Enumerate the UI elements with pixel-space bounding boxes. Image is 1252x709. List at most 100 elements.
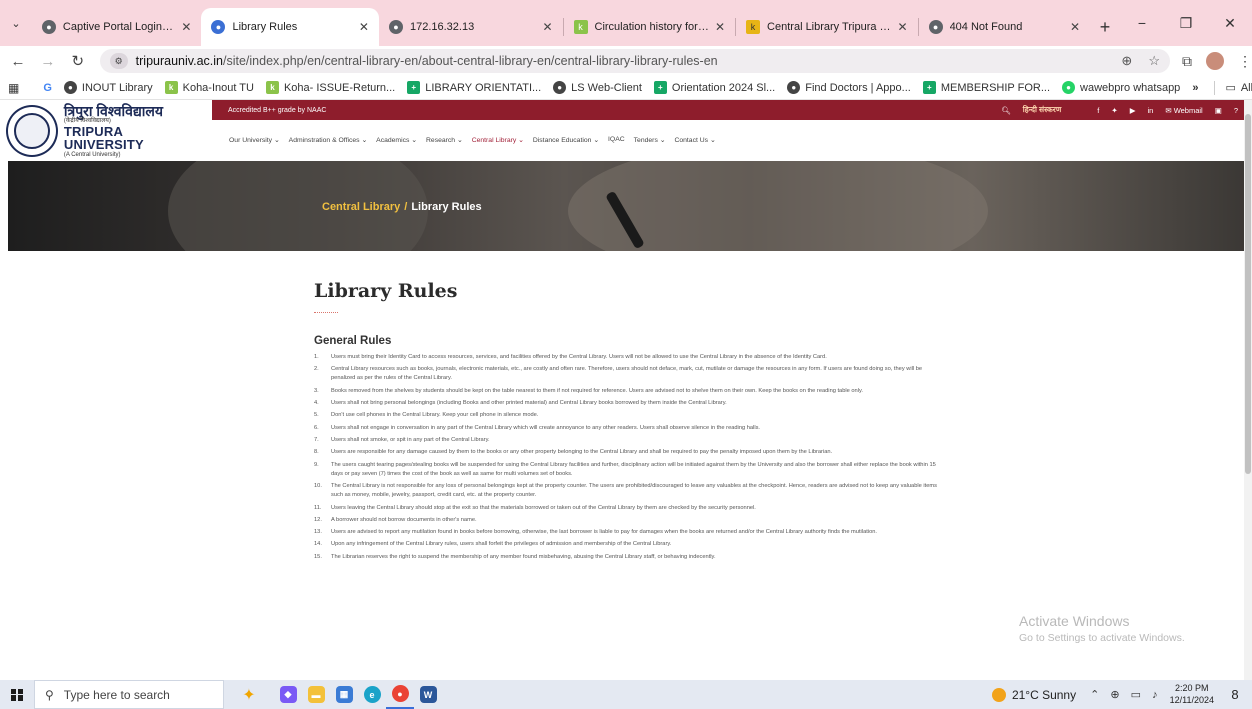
notification-icon[interactable]: 8 [1224, 687, 1246, 702]
list-item: 7. Users shall not smoke, or spit in any … [314, 437, 490, 443]
nav-our-university[interactable]: Our University ⌄ [229, 136, 280, 144]
plus-icon: + [922, 81, 936, 94]
word-icon[interactable]: W [414, 680, 442, 709]
hero-banner: Central Library / Library Rules [8, 161, 1244, 251]
list-item: 3. Books removed from the shelves by stud… [314, 387, 863, 394]
chrome-icon[interactable]: ● [386, 680, 414, 709]
whatsapp-icon: ● [1062, 81, 1076, 94]
close-icon[interactable]: ✕ [1070, 20, 1080, 34]
address-bar[interactable]: ⚙ tripurauniv.ac.in/site/index.php/en/ce… [99, 49, 1170, 73]
tab-central-library[interactable]: k Central Library Tripura Unive ✕ [736, 8, 918, 46]
apps-grid-icon[interactable]: ▦ [8, 81, 19, 95]
windows-start-icon[interactable] [0, 680, 34, 709]
taskbar-search-input[interactable]: ⚲ Type here to search [34, 680, 224, 709]
youtube-icon[interactable]: ▶ [1130, 106, 1136, 115]
url-path: /site/index.php/en/central-library-en/ab… [222, 54, 718, 68]
site-info-icon[interactable]: ⚙ [109, 53, 128, 69]
close-icon[interactable]: ✕ [898, 20, 908, 34]
close-icon[interactable]: ✕ [359, 20, 369, 34]
nav-iqac[interactable]: IQAC [608, 136, 625, 144]
bookmark-find-doctors[interactable]: ● Find Doctors | Appo... [787, 81, 911, 94]
weather-text[interactable]: 21°C Sunny [1012, 688, 1076, 702]
bookmark-label: Koha- ISSUE-Return... [283, 81, 396, 94]
clock[interactable]: 2:20 PM 12/11/2024 [1170, 683, 1214, 706]
nav-tenders[interactable]: Tenders ⌄ [634, 136, 666, 144]
facebook-icon[interactable]: f [1097, 106, 1099, 115]
edge-icon[interactable]: e [358, 680, 386, 709]
tab-circulation-history[interactable]: k Circulation history for Dr Sw ✕ [564, 8, 736, 46]
university-logo[interactable]: त्रिपुरा विश्वविद्यालय (केंद्रीय विश्ववि… [6, 104, 206, 158]
bookmark-star-icon[interactable]: ☆ [1148, 53, 1160, 69]
list-item: 4. Users shall not bring personal belongi… [314, 400, 727, 407]
nav-contact-us[interactable]: Contact Us ⌄ [674, 136, 715, 144]
close-icon[interactable]: ✕ [181, 20, 191, 34]
search-highlight-icon[interactable]: ✦ [224, 685, 274, 705]
app-copilot-icon[interactable]: ◆ [274, 680, 302, 709]
plus-icon: + [407, 81, 421, 94]
nav-distance-education[interactable]: Distance Education ⌄ [533, 136, 599, 144]
tray-icons[interactable]: ⌃ ⊕ ▭ ♪ [1090, 688, 1162, 701]
bookmark-orientation-2024[interactable]: + Orientation 2024 Sl... [653, 81, 776, 94]
tab-title: 404 Not Found [949, 21, 1023, 33]
zoom-icon[interactable]: ⊕ [1121, 53, 1132, 69]
bookmark-koha-issue[interactable]: k Koha- ISSUE-Return... [265, 81, 396, 94]
tab-title: Captive Portal Login Page [62, 21, 175, 33]
google-icon[interactable]: G [43, 82, 52, 94]
tab-library-rules[interactable]: ● Library Rules ✕ [201, 8, 379, 46]
back-arrow-icon[interactable]: ← [6, 53, 30, 70]
menu-dots-icon[interactable]: ⋮ [1238, 53, 1252, 70]
tab-captive-portal[interactable]: ● Captive Portal Login Page ✕ [32, 8, 202, 46]
bookmark-ls-web-client[interactable]: ● LS Web-Client [553, 81, 642, 94]
new-tab-button[interactable]: + [1090, 8, 1120, 46]
bookmark-wawebpro[interactable]: ● wawebpro whatsapp [1062, 81, 1180, 94]
folder-icon: ▭ [1225, 82, 1236, 94]
list-item: 14. Upon any infringement of the Central … [314, 541, 672, 548]
more-bookmarks-button[interactable]: » [1192, 82, 1198, 94]
bookmark-label: Koha-Inout TU [182, 81, 254, 94]
bookmark-library-orientation[interactable]: + LIBRARY ORIENTATI... [407, 81, 541, 94]
nav-research[interactable]: Research ⌄ [426, 136, 463, 144]
close-window-icon[interactable]: ✕ [1208, 15, 1252, 32]
scrollbar-thumb[interactable] [1245, 114, 1251, 474]
tab-title: Central Library Tripura Unive [767, 21, 891, 33]
sitemap-icon[interactable]: ▣ [1215, 106, 1222, 115]
bookmark-koha-inout[interactable]: k Koha-Inout TU [164, 81, 254, 94]
nav-academics[interactable]: Academics ⌄ [376, 136, 417, 144]
extensions-icon[interactable]: ⧉ [1182, 53, 1192, 70]
bookmark-membership[interactable]: + MEMBERSHIP FOR... [922, 81, 1050, 94]
breadcrumb: Central Library / Library Rules [322, 201, 482, 213]
breadcrumb-central-library[interactable]: Central Library [322, 201, 400, 213]
bookmark-label: Orientation 2024 Sl... [671, 81, 776, 94]
section-title: General Rules [314, 335, 392, 347]
tab-ip-address[interactable]: ● 172.16.32.13 ✕ [379, 8, 563, 46]
bookmarks-bar: ▦ G ● INOUT Library k Koha-Inout TU k Koha-… [0, 76, 1252, 100]
tab-404[interactable]: ● 404 Not Found ✕ [919, 8, 1091, 46]
search-icon[interactable]: 🔍︎ [1001, 106, 1011, 115]
linkedin-icon[interactable]: in [1147, 106, 1153, 115]
minimize-icon[interactable]: − [1120, 15, 1164, 31]
breadcrumb-current: Library Rules [411, 201, 482, 213]
nav-central-library[interactable]: Central Library ⌄ [472, 136, 524, 144]
help-icon[interactable]: ? [1234, 106, 1238, 115]
logo-english-subtitle: (A Central University) [63, 151, 121, 158]
nav-administration[interactable]: Adminstration & Offices ⌄ [289, 136, 368, 144]
notification-count: 8 [1231, 687, 1239, 702]
reload-icon[interactable]: ↻ [66, 52, 90, 70]
restore-icon[interactable]: ❐ [1164, 15, 1208, 32]
close-icon[interactable]: ✕ [542, 20, 552, 34]
calculator-icon[interactable]: ▦ [330, 680, 358, 709]
file-explorer-icon[interactable]: ▬ [302, 680, 330, 709]
list-item: 8. Users are responsible for any damage c… [314, 449, 833, 456]
page-scrollbar[interactable] [1244, 100, 1252, 680]
hindi-version-link[interactable]: हिन्दी संस्करण [1023, 105, 1062, 115]
list-item: 10. The Central Library is not responsibl… [314, 483, 937, 499]
close-icon[interactable]: ✕ [715, 20, 725, 34]
webmail-link[interactable]: ✉ Webmail [1165, 106, 1202, 115]
forward-arrow-icon[interactable]: → [36, 53, 60, 70]
twitter-icon[interactable]: ✦ [1111, 106, 1117, 115]
profile-avatar[interactable] [1205, 52, 1224, 70]
tab-search-chevron-icon[interactable]: ⌄ [0, 0, 32, 46]
all-bookmarks-button[interactable]: All Bookmarks [1241, 82, 1252, 94]
bookmark-label: LIBRARY ORIENTATI... [425, 81, 542, 94]
bookmark-inout-library[interactable]: ● INOUT Library [63, 81, 153, 94]
